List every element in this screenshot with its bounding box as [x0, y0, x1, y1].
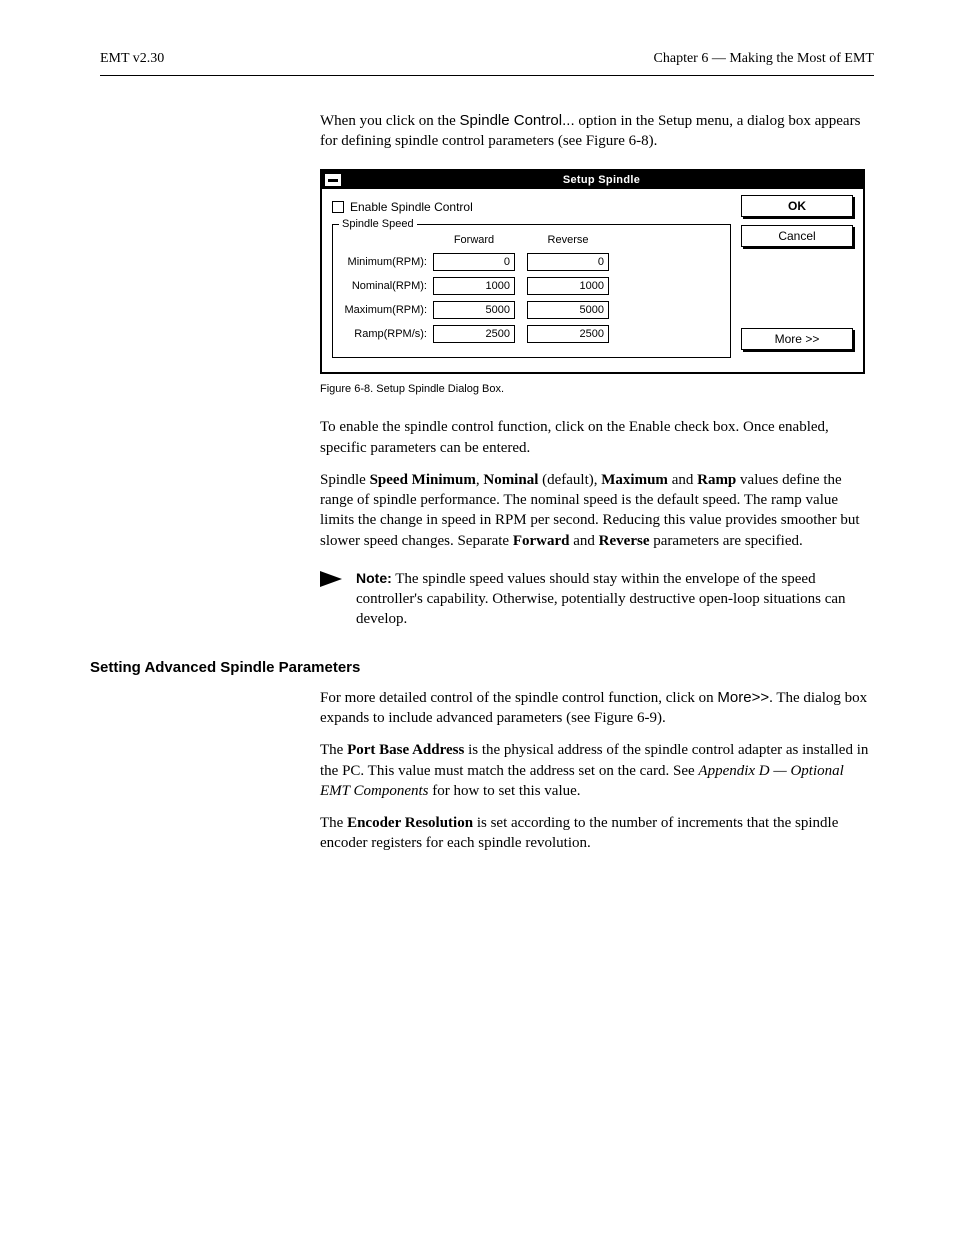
row-min-label: Minimum(RPM):: [341, 255, 433, 270]
dialog-titlebar: Setup Spindle: [322, 171, 863, 189]
ramp-forward-field[interactable]: 2500: [433, 325, 515, 343]
para-intro: When you click on the Spindle Control...…: [320, 111, 874, 152]
note-block: Note: The spindle speed values should st…: [320, 569, 874, 630]
setup-spindle-dialog: Setup Spindle Enable Spindle Control Spi…: [320, 169, 865, 374]
more-button[interactable]: More >>: [741, 328, 853, 350]
note-arrow-icon: [320, 571, 342, 587]
max-reverse-field[interactable]: 5000: [527, 301, 609, 319]
para-more: For more detailed control of the spindle…: [320, 688, 874, 729]
enable-spindle-label: Enable Spindle Control: [350, 199, 473, 215]
figure-caption: Figure 6-8. Setup Spindle Dialog Box.: [320, 382, 874, 397]
nom-reverse-field[interactable]: 1000: [527, 277, 609, 295]
max-forward-field[interactable]: 5000: [433, 301, 515, 319]
para-encoder: The Encoder Resolution is set according …: [320, 813, 874, 854]
dialog-title: Setup Spindle: [346, 173, 857, 188]
header-rule: [100, 75, 874, 76]
system-menu-icon[interactable]: [324, 173, 342, 187]
header-left: EMT v2.30: [100, 50, 164, 69]
figure-dialog: Setup Spindle Enable Spindle Control Spi…: [320, 169, 874, 397]
para-port: The Port Base Address is the physical ad…: [320, 740, 874, 801]
row-max-label: Maximum(RPM):: [341, 303, 433, 318]
min-reverse-field[interactable]: 0: [527, 253, 609, 271]
group-legend: Spindle Speed: [339, 217, 417, 232]
note-label: Note:: [356, 570, 392, 586]
col-forward-label: Forward: [433, 233, 515, 248]
row-nom-label: Nominal(RPM):: [341, 279, 433, 294]
section-heading: Setting Advanced Spindle Parameters: [90, 658, 870, 678]
spindle-speed-group: Spindle Speed Forward Reverse Minimum(RP…: [332, 224, 731, 359]
enable-spindle-checkbox[interactable]: [332, 201, 344, 213]
para-enable: To enable the spindle control function, …: [320, 417, 874, 458]
col-reverse-label: Reverse: [527, 233, 609, 248]
note-text: The spindle speed values should stay wit…: [356, 571, 846, 628]
para-speed: Spindle Speed Minimum, Nominal (default)…: [320, 470, 874, 551]
header-right: Chapter 6 — Making the Most of EMT: [654, 50, 874, 69]
nom-forward-field[interactable]: 1000: [433, 277, 515, 295]
min-forward-field[interactable]: 0: [433, 253, 515, 271]
cancel-button[interactable]: Cancel: [741, 225, 853, 247]
ok-button[interactable]: OK: [741, 195, 853, 217]
ramp-reverse-field[interactable]: 2500: [527, 325, 609, 343]
row-ramp-label: Ramp(RPM/s):: [341, 327, 433, 342]
